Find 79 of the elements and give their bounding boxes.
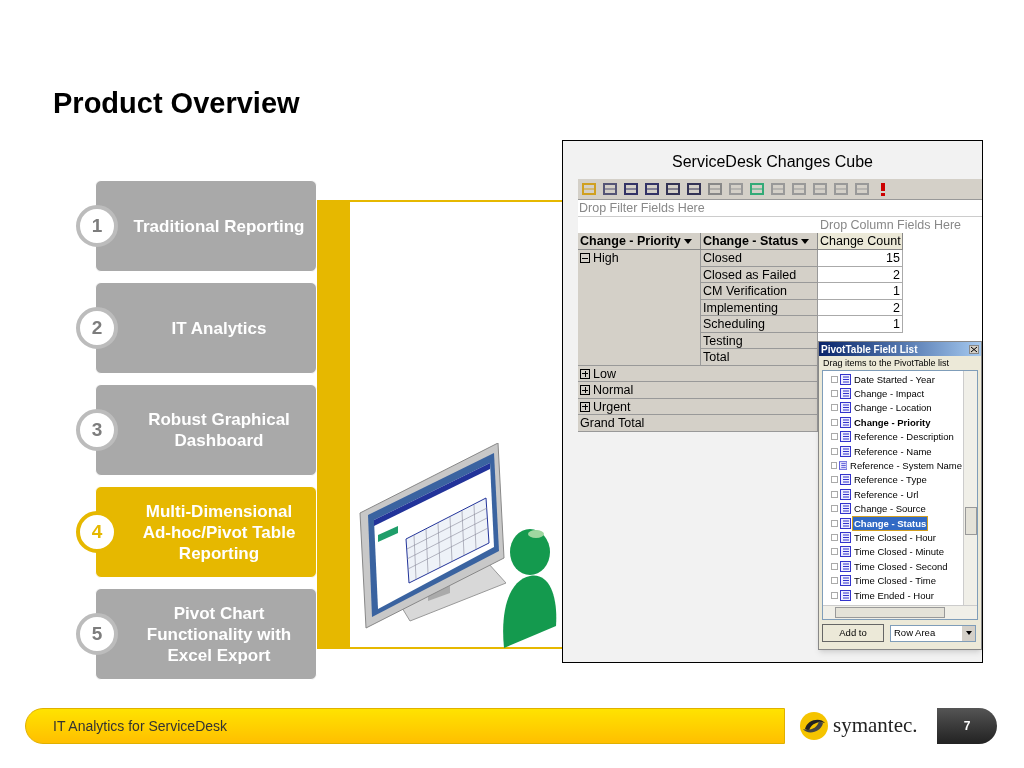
- scroll-thumb[interactable]: [965, 507, 977, 535]
- field-item[interactable]: Change - Impact: [853, 387, 926, 401]
- field-icon: [840, 431, 851, 443]
- field-icon: [840, 560, 851, 572]
- field-icon: [840, 373, 851, 385]
- collapse-icon[interactable]: [580, 253, 590, 263]
- field-icon: [840, 546, 851, 558]
- column-header[interactable]: Change - Priority: [578, 233, 701, 250]
- field-icon: [840, 503, 851, 515]
- value-cell: 2: [818, 299, 903, 316]
- logo-icon: [799, 711, 829, 741]
- field-icon: [838, 460, 848, 472]
- field-item[interactable]: Change - Priority: [853, 415, 932, 429]
- step-number: 1: [76, 205, 118, 247]
- page-number: 7: [937, 708, 997, 744]
- area-dropdown[interactable]: Row Area: [890, 624, 976, 642]
- dialog-hint: Drag items to the PivotTable list: [822, 357, 951, 370]
- value-cell: 1: [818, 283, 903, 300]
- field-icon: [840, 474, 851, 486]
- logo-text: symantec.: [833, 712, 918, 740]
- field-icon: [840, 402, 851, 414]
- field-icon: [840, 532, 851, 543]
- field-icon: [840, 589, 851, 601]
- field-item[interactable]: Reference - Url: [853, 487, 920, 501]
- value-cell: 2: [818, 266, 903, 283]
- dropdown-arrow-icon[interactable]: [683, 238, 692, 244]
- field-icon: [840, 488, 851, 500]
- vertical-scrollbar[interactable]: [963, 371, 977, 607]
- field-item[interactable]: Date Started - Year: [853, 372, 936, 386]
- pivot-title: ServiceDesk Changes Cube: [671, 152, 874, 172]
- field-item[interactable]: Time Closed - Second: [853, 559, 949, 573]
- field-item[interactable]: Time Ended - Hour: [853, 588, 935, 602]
- row-header-cell: Scheduling: [701, 316, 818, 333]
- step-label: Traditional Reporting: [133, 215, 305, 237]
- step-number: 3: [76, 409, 118, 451]
- step-number: 5: [76, 613, 118, 655]
- step-label: Multi-Dimensional Ad-hoc/Pivot Table Reporting: [141, 500, 297, 564]
- field-icon: [840, 388, 851, 400]
- field-item[interactable]: Reference - Name: [853, 444, 933, 458]
- field-item[interactable]: Change - Status: [853, 516, 928, 530]
- close-icon[interactable]: [969, 344, 979, 354]
- row-header-cell: Grand Total: [578, 415, 818, 432]
- step-label: IT Analytics: [171, 317, 267, 339]
- add-to-button[interactable]: Add to: [822, 624, 884, 642]
- field-icon: [840, 445, 851, 457]
- field-item[interactable]: Time Closed - Time: [853, 574, 937, 588]
- row-header-cell: CM Verification: [701, 283, 818, 300]
- field-item[interactable]: Reference - System Name: [849, 459, 963, 473]
- group-label: Low: [593, 365, 616, 382]
- caret-icon[interactable]: [962, 625, 975, 641]
- row-header-cell: Total: [701, 349, 818, 366]
- column-drop-zone: Drop Column Fields Here: [819, 217, 962, 233]
- field-item[interactable]: Time Closed - Hour: [853, 531, 937, 544]
- step-number: 2: [76, 307, 118, 349]
- group-label: Urgent: [593, 398, 631, 415]
- footer-text: IT Analytics for ServiceDesk: [53, 716, 228, 736]
- column-header[interactable]: Change - Status: [701, 233, 818, 250]
- step-label: Robust Graphical Dashboard: [147, 409, 291, 451]
- row-header-cell: Closed: [701, 250, 818, 267]
- group-label: Normal: [593, 382, 634, 398]
- slide-title: Product Overview: [53, 86, 300, 121]
- value-cell: 15: [818, 250, 903, 267]
- dialog-title: PivotTable Field List: [821, 342, 918, 357]
- field-item[interactable]: Change - Location: [853, 401, 933, 415]
- field-item[interactable]: Reference - Type: [853, 473, 928, 487]
- field-item[interactable]: Reference - Description: [853, 430, 955, 444]
- field-icon: [840, 416, 851, 428]
- person-icon: [500, 528, 558, 648]
- group-label: High: [593, 250, 619, 266]
- column-header: Change Count: [818, 233, 903, 250]
- filter-drop-zone: Drop Filter Fields Here: [578, 200, 982, 217]
- scroll-thumb[interactable]: [835, 607, 945, 618]
- field-icon: [840, 517, 851, 529]
- field-icon: [840, 575, 851, 587]
- dropdown-arrow-icon[interactable]: [801, 238, 810, 244]
- step-label: Pivot Chart Functionality with Excel Export: [145, 602, 293, 666]
- value-cell: 1: [818, 316, 903, 333]
- field-item[interactable]: Change - Source: [853, 502, 927, 516]
- field-item[interactable]: Time Closed - Minute: [853, 545, 945, 559]
